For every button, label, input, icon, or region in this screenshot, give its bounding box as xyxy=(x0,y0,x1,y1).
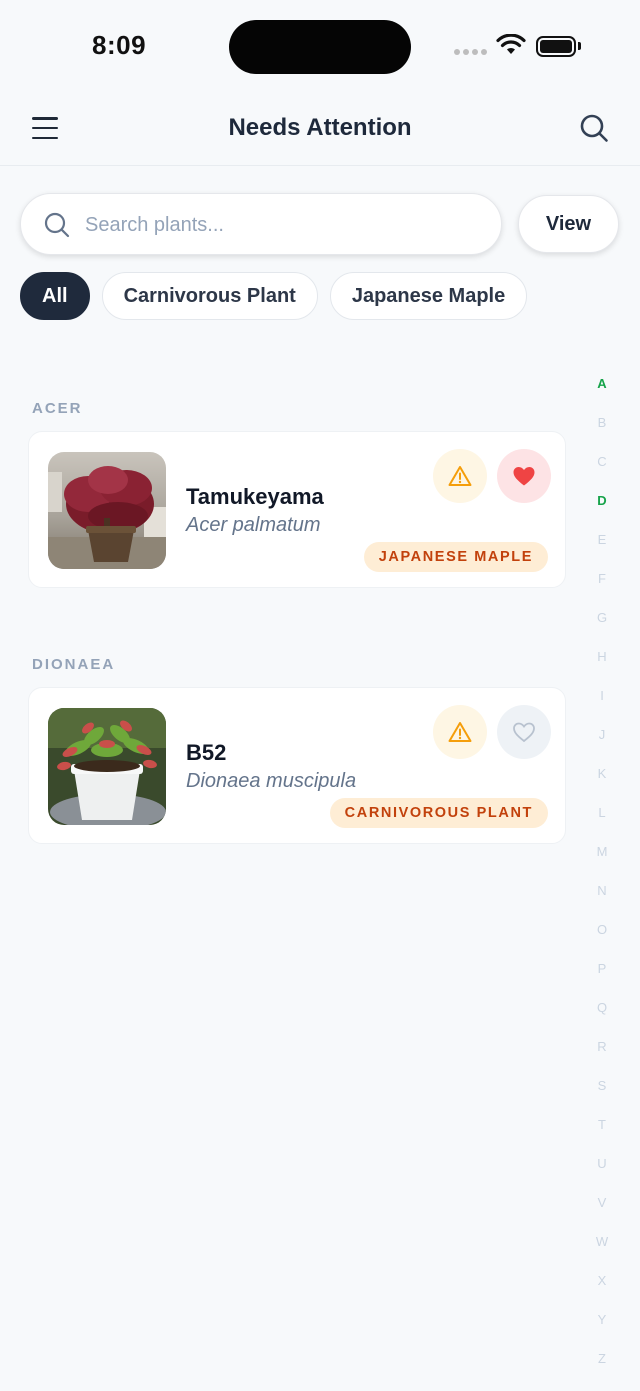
alphabet-index-letter[interactable]: O xyxy=(588,922,616,961)
alphabet-index-letter[interactable]: I xyxy=(588,688,616,727)
signal-icon xyxy=(454,49,487,55)
alphabet-index-letter[interactable]: X xyxy=(588,1273,616,1312)
alphabet-index-letter[interactable]: E xyxy=(588,532,616,571)
plant-photo xyxy=(48,708,166,825)
alphabet-index-letter[interactable]: W xyxy=(588,1234,616,1273)
alphabet-index-letter[interactable]: N xyxy=(588,883,616,922)
favorite-button[interactable] xyxy=(497,449,551,503)
search-box xyxy=(20,193,502,255)
alphabet-index: ABCDEFGHIJKLMNOPQRSTUVWXYZ xyxy=(588,376,616,1390)
plant-card[interactable]: Tamukeyama Acer palmatum JAPANESE MAPLE xyxy=(28,431,566,588)
app-header: Needs Attention xyxy=(0,92,640,166)
alphabet-index-letter[interactable]: L xyxy=(588,805,616,844)
section-header-acer: ACER xyxy=(32,400,83,417)
search-icon xyxy=(44,212,70,238)
filter-chip-carnivorous-plant[interactable]: Carnivorous Plant xyxy=(101,272,318,320)
filter-chips: All Carnivorous Plant Japanese Maple xyxy=(20,272,528,320)
plant-type-tag: JAPANESE MAPLE xyxy=(363,542,548,572)
plant-name: B52 xyxy=(186,740,227,765)
dynamic-island xyxy=(229,20,411,74)
plant-scientific-name: Acer palmatum xyxy=(186,514,321,536)
alphabet-index-letter[interactable]: V xyxy=(588,1195,616,1234)
alphabet-index-letter[interactable]: H xyxy=(588,649,616,688)
heart-outline-icon xyxy=(513,722,535,743)
warning-icon xyxy=(448,466,472,486)
warning-button[interactable] xyxy=(433,449,487,503)
alphabet-index-letter[interactable]: J xyxy=(588,727,616,766)
warning-icon xyxy=(448,722,472,742)
alphabet-index-letter[interactable]: Y xyxy=(588,1312,616,1351)
plant-photo xyxy=(48,452,166,569)
plant-name: Tamukeyama xyxy=(186,484,324,509)
wifi-icon xyxy=(496,34,526,54)
battery-cap xyxy=(578,42,581,50)
plant-card[interactable]: B52 Dionaea muscipula CARNIVOROUS PLANT xyxy=(28,687,566,844)
battery-icon xyxy=(536,36,576,57)
filter-chip-all[interactable]: All xyxy=(20,272,90,320)
alphabet-index-letter[interactable]: Z xyxy=(588,1351,616,1390)
alphabet-index-letter[interactable]: M xyxy=(588,844,616,883)
alphabet-index-letter[interactable]: F xyxy=(588,571,616,610)
alphabet-index-letter[interactable]: S xyxy=(588,1078,616,1117)
search-input[interactable] xyxy=(85,208,485,242)
alphabet-index-letter[interactable]: G xyxy=(588,610,616,649)
page-title: Needs Attention xyxy=(228,114,412,141)
alphabet-index-letter[interactable]: R xyxy=(588,1039,616,1078)
alphabet-index-letter[interactable]: D xyxy=(588,493,616,532)
alphabet-index-letter[interactable]: K xyxy=(588,766,616,805)
plant-type-tag: CARNIVOROUS PLANT xyxy=(329,798,548,828)
alphabet-index-letter[interactable]: C xyxy=(588,454,616,493)
view-button[interactable]: View xyxy=(518,195,619,253)
alphabet-index-letter[interactable]: Q xyxy=(588,1000,616,1039)
alphabet-index-letter[interactable]: B xyxy=(588,415,616,454)
section-header-dionaea: DIONAEA xyxy=(32,656,116,673)
status-bar: 8:09 xyxy=(0,0,640,92)
alphabet-index-letter[interactable]: P xyxy=(588,961,616,1000)
search-icon[interactable] xyxy=(578,112,610,144)
favorite-button[interactable] xyxy=(497,705,551,759)
alphabet-index-letter[interactable]: U xyxy=(588,1156,616,1195)
filter-chip-japanese-maple[interactable]: Japanese Maple xyxy=(329,272,528,320)
heart-filled-icon xyxy=(513,467,535,486)
warning-button[interactable] xyxy=(433,705,487,759)
alphabet-index-letter[interactable]: T xyxy=(588,1117,616,1156)
plant-scientific-name: Dionaea muscipula xyxy=(186,770,357,792)
status-time: 8:09 xyxy=(92,30,147,60)
alphabet-index-letter[interactable]: A xyxy=(588,376,616,415)
